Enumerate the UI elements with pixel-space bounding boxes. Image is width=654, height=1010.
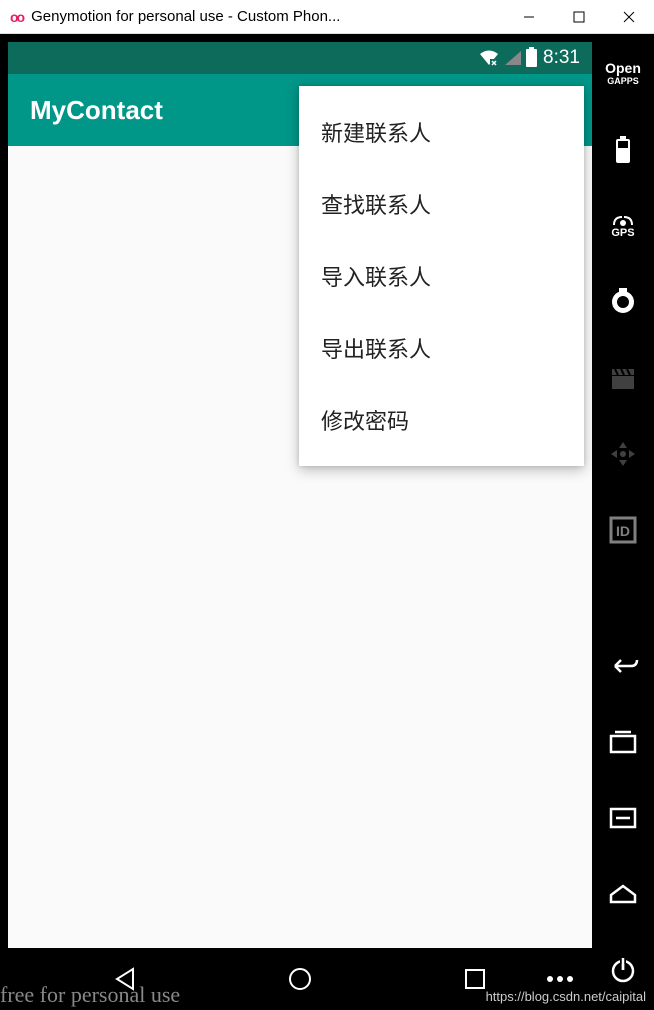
menu-icon [609,807,637,829]
sidebar-home-button[interactable] [603,874,643,914]
genymotion-icon: oo [10,9,23,25]
camera-icon [609,288,637,316]
back-icon [607,656,639,676]
window-titlebar: oo Genymotion for personal use - Custom … [0,0,654,34]
status-time: 8:31 [543,47,580,69]
wifi-icon [478,49,500,67]
id-icon: ID [609,516,637,544]
genymotion-sidebar: Open GAPPS GPS ID [592,34,654,1010]
watermark-free: free for personal use [0,982,180,1008]
sidebar-gps-button[interactable]: GPS [603,206,643,246]
clapperboard-icon [610,366,636,390]
sidebar-back-button[interactable] [603,646,643,686]
home-icon [608,883,638,905]
overflow-menu: 新建联系人 查找联系人 导入联系人 导出联系人 修改密码 [299,86,584,466]
sidebar-identifiers-button[interactable]: ID [603,510,643,550]
app-title: MyContact [30,95,163,126]
menu-item-import-contact[interactable]: 导入联系人 [299,240,584,312]
gps-icon [612,213,634,227]
menu-item-new-contact[interactable]: 新建联系人 [299,96,584,168]
maximize-button[interactable] [554,0,604,33]
device-screen: 8:31 MyContact 新建联系人 查找联系人 导入联系人 导出联系人 修… [8,42,592,1010]
svg-text:ID: ID [616,523,630,539]
sidebar-open-gapps[interactable]: Open GAPPS [603,54,643,94]
minimize-button[interactable] [504,0,554,33]
sidebar-camera-button[interactable] [603,282,643,322]
emulator-container: 8:31 MyContact 新建联系人 查找联系人 导入联系人 导出联系人 修… [0,34,654,1010]
signal-icon [504,50,522,66]
nav-home-button[interactable] [280,959,320,999]
watermark-url: https://blog.csdn.net/caipital [486,989,646,1004]
android-status-bar: 8:31 [8,42,592,74]
menu-item-export-contact[interactable]: 导出联系人 [299,312,584,384]
dpad-icon [608,439,638,469]
battery-icon [613,135,633,165]
window-controls [504,0,654,33]
device-area: 8:31 MyContact 新建联系人 查找联系人 导入联系人 导出联系人 修… [0,34,592,1010]
sidebar-dpad-button[interactable] [603,434,643,474]
menu-item-find-contact[interactable]: 查找联系人 [299,168,584,240]
sidebar-recent-button[interactable] [603,722,643,762]
sidebar-battery-button[interactable] [603,130,643,170]
sidebar-video-button[interactable] [603,358,643,398]
battery-icon [526,49,537,67]
menu-item-change-password[interactable]: 修改密码 [299,384,584,456]
status-icons [478,49,537,67]
power-icon [609,956,637,984]
window-title: Genymotion for personal use - Custom Pho… [31,8,504,25]
sidebar-menu-button[interactable] [603,798,643,838]
recent-icon [609,730,637,754]
close-button[interactable] [604,0,654,33]
sidebar-power-button[interactable] [603,950,643,990]
